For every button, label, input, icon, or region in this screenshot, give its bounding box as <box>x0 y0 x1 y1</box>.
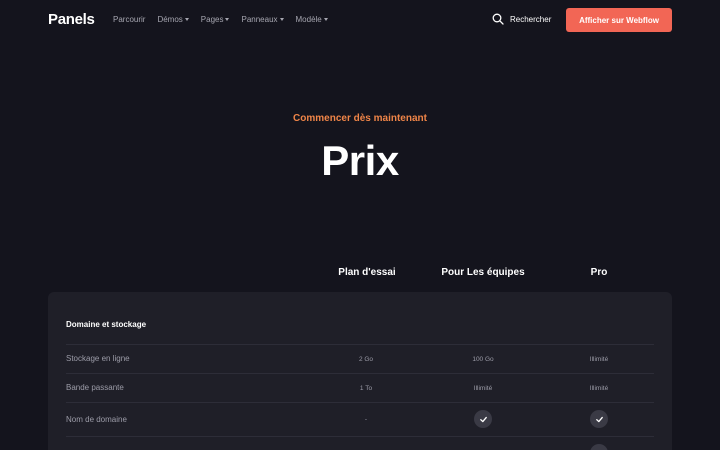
nav-item-demos[interactable]: Démos <box>157 15 189 24</box>
nav-menu: Parcourir Démos Pages Panneaux Modèle <box>113 15 340 24</box>
hero-eyebrow: Commencer dès maintenant <box>293 113 427 124</box>
search-icon <box>492 13 504 25</box>
section-title: Domaine et stockage <box>66 320 147 329</box>
chevron-down-icon <box>225 18 230 21</box>
pricing-table: Domaine et stockage Stockage en ligne 2 … <box>48 292 672 450</box>
cell-value: 2 Go <box>358 356 374 363</box>
chevron-down-icon <box>184 18 189 21</box>
top-nav: Panels Parcourir Démos Pages Panneaux Mo… <box>0 0 720 40</box>
pricing-page: Panels Parcourir Démos Pages Panneaux Mo… <box>0 0 720 450</box>
cell-value: Illimité <box>589 385 609 392</box>
nav-item-modele[interactable]: Modèle <box>296 15 328 24</box>
checkmark-icon <box>474 410 492 428</box>
plan-header-teams: Pour Les équipes <box>441 267 525 278</box>
nav-item-parcourir[interactable]: Parcourir <box>113 15 145 24</box>
table-row <box>66 436 654 450</box>
cell-value: 1 To <box>359 385 373 392</box>
plan-header-pro: Pro <box>590 267 608 278</box>
checkmark-icon <box>590 410 608 428</box>
view-on-webflow-button[interactable]: Afficher sur Webflow <box>566 8 672 32</box>
table-row: Nom de domaine - <box>66 402 654 436</box>
cell-value: Illimité <box>473 385 493 392</box>
search-button[interactable]: Rechercher <box>492 13 551 25</box>
cell-value: 100 Go <box>472 356 494 363</box>
page-title: Prix <box>321 137 399 184</box>
nav-item-label: Modèle <box>295 15 322 24</box>
plan-header-trial: Plan d'essai <box>338 267 396 278</box>
cell-value: - <box>364 416 368 423</box>
row-label: Nom de domaine <box>66 415 127 424</box>
table-row: Bande passante 1 To Illimité Illimité <box>66 373 654 402</box>
nav-item-label: Panneaux <box>241 15 278 24</box>
nav-item-pages[interactable]: Pages <box>201 15 230 24</box>
table-row: Stockage en ligne 2 Go 100 Go Illimité <box>66 344 654 373</box>
nav-item-label: Pages <box>200 15 224 24</box>
chevron-down-icon <box>279 18 284 21</box>
nav-item-panneaux[interactable]: Panneaux <box>241 15 284 24</box>
nav-item-label: Parcourir <box>113 15 146 24</box>
logo[interactable]: Panels <box>48 11 95 28</box>
row-label: Bande passante <box>66 383 124 392</box>
nav-item-label: Démos <box>157 15 183 24</box>
checkmark-icon <box>590 444 608 450</box>
chevron-down-icon <box>323 18 328 21</box>
cell-value: Illimité <box>589 356 609 363</box>
row-label: Stockage en ligne <box>66 354 130 363</box>
search-label: Rechercher <box>510 14 552 24</box>
